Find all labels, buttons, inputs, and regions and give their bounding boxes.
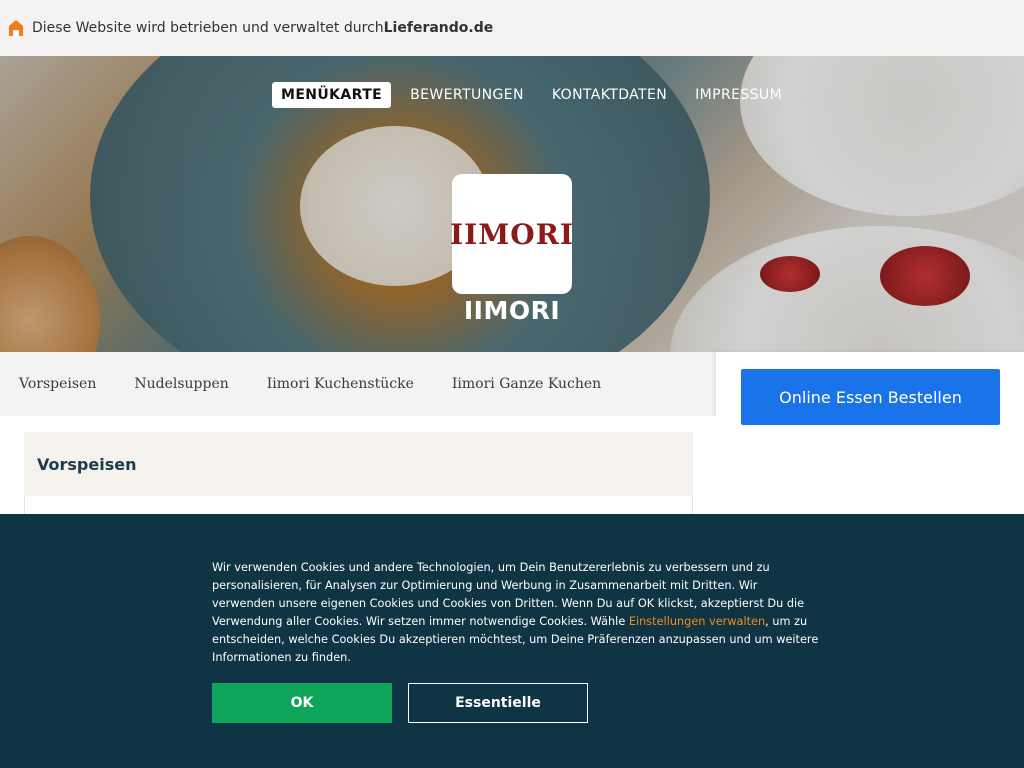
category-kuchenstuecke[interactable]: Iimori Kuchenstücke	[267, 376, 414, 392]
restaurant-name: IIMORI	[463, 296, 561, 325]
hero-banner: MENÜKARTE BEWERTUNGEN KONTAKTDATEN IMPRE…	[0, 56, 1024, 352]
menu-content: Vorspeisen	[0, 416, 716, 526]
notice-brand-link[interactable]: Lieferando.de	[384, 20, 494, 36]
nav-menukarte[interactable]: MENÜKARTE	[272, 82, 392, 108]
nav-bewertungen[interactable]: BEWERTUNGEN	[401, 82, 533, 108]
cookie-essential-button[interactable]: Essentielle	[408, 683, 588, 723]
cookie-banner: Wir verwenden Cookies und andere Technol…	[0, 514, 1024, 768]
restaurant-logo-text: IIMORI	[450, 217, 574, 251]
category-ganze-kuchen[interactable]: Iimori Ganze Kuchen	[452, 376, 601, 392]
main-nav: MENÜKARTE BEWERTUNGEN KONTAKTDATEN IMPRE…	[272, 82, 791, 108]
section-title: Vorspeisen	[24, 432, 693, 496]
manage-settings-link[interactable]: Einstellungen verwalten	[629, 615, 765, 628]
notice-text: Diese Website wird betrieben und verwalt…	[32, 20, 384, 36]
nav-kontaktdaten[interactable]: KONTAKTDATEN	[543, 82, 676, 108]
nav-impressum[interactable]: IMPRESSUM	[686, 82, 791, 108]
category-nudelsuppen[interactable]: Nudelsuppen	[134, 376, 228, 392]
restaurant-logo: IIMORI	[450, 174, 574, 294]
operator-notice-bar: Diese Website wird betrieben und verwalt…	[0, 0, 1024, 56]
order-online-button[interactable]: Online Essen Bestellen	[741, 369, 1000, 425]
cookie-ok-button[interactable]: OK	[212, 683, 392, 723]
order-sidebar: Online Essen Bestellen	[716, 352, 1024, 522]
category-tabs: Vorspeisen Nudelsuppen Iimori Kuchenstüc…	[0, 352, 716, 416]
category-vorspeisen[interactable]: Vorspeisen	[19, 376, 96, 392]
home-icon	[8, 19, 24, 37]
cookie-text: Wir verwenden Cookies und andere Technol…	[212, 559, 822, 667]
